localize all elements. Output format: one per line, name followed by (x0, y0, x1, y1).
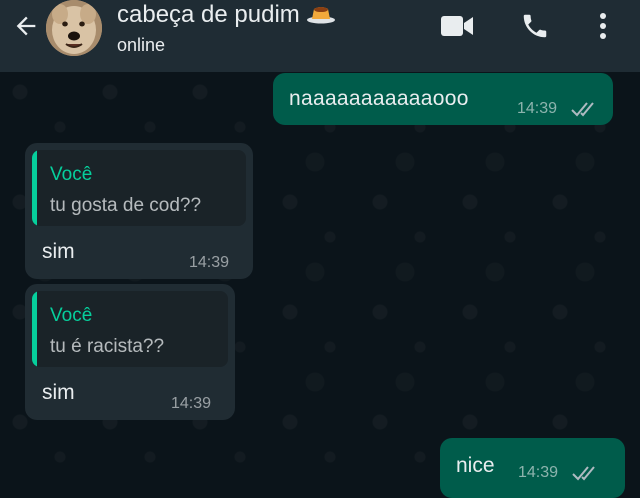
pudim-emoji-icon (306, 0, 336, 31)
read-receipt-icon (571, 102, 594, 117)
message-text: naaaaaaaaaaaooo (289, 87, 469, 110)
quote-text: tu é racista?? (50, 336, 165, 357)
video-call-button[interactable] (439, 10, 475, 42)
message-time: 14:39 (518, 464, 559, 481)
message-text: nice (456, 454, 495, 477)
quote-accent-bar (32, 291, 37, 367)
contact-name-text: cabeça de pudim (117, 1, 300, 28)
quoted-message[interactable]: Você tu gosta de cod?? (32, 150, 246, 226)
message-time: 14:39 (517, 100, 558, 117)
message-text: sim (42, 381, 75, 404)
contact-status: online (117, 35, 166, 55)
chat-header: cabeça de pudim online (0, 0, 640, 72)
read-receipt-icon (572, 466, 595, 481)
phone-icon (523, 14, 547, 38)
voice-call-button[interactable] (517, 10, 553, 42)
back-button[interactable] (8, 10, 44, 42)
message-time: 14:39 (171, 395, 212, 412)
more-vert-icon (600, 13, 606, 39)
message-incoming[interactable]: Você tu gosta de cod?? sim 14:39 (25, 143, 253, 279)
message-text: sim (42, 240, 75, 263)
quote-text: tu gosta de cod?? (50, 195, 202, 216)
quote-author: Você (50, 305, 93, 326)
message-outgoing[interactable]: naaaaaaaaaaaooo 14:39 (273, 73, 613, 125)
quoted-message[interactable]: Você tu é racista?? (32, 291, 228, 367)
message-outgoing[interactable]: nice 14:39 (440, 438, 625, 498)
video-call-icon (441, 16, 473, 36)
avatar-image (46, 0, 102, 56)
message-incoming[interactable]: Você tu é racista?? sim 14:39 (25, 284, 235, 420)
message-time: 14:39 (189, 254, 230, 271)
back-arrow-icon (16, 16, 36, 36)
contact-avatar[interactable] (46, 0, 102, 56)
menu-button[interactable] (585, 10, 621, 42)
quote-author: Você (50, 164, 93, 185)
contact-name[interactable]: cabeça de pudim (117, 0, 336, 31)
quote-accent-bar (32, 150, 37, 226)
